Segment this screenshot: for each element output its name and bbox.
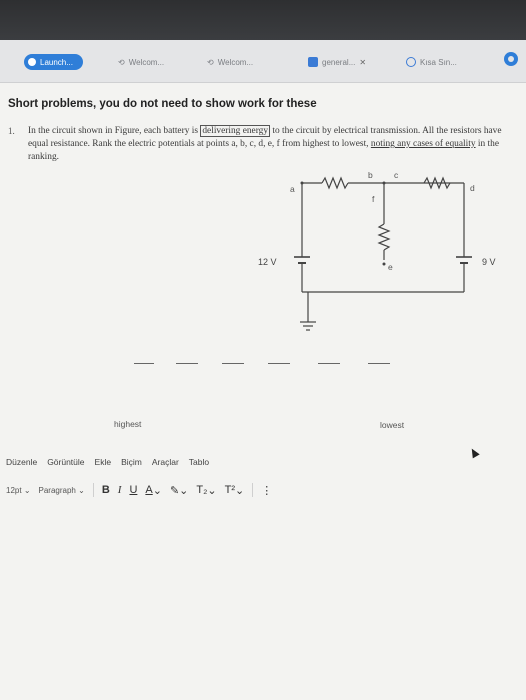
tab-label: Launch... xyxy=(40,57,73,67)
ranking-blank[interactable] xyxy=(368,363,390,365)
launch-icon xyxy=(28,58,36,66)
toolbar-divider xyxy=(252,483,254,497)
question-text: In the circuit shown in Figure, each bat… xyxy=(28,125,502,162)
question-number: 1. xyxy=(8,126,15,136)
ranking-blank[interactable] xyxy=(222,363,244,365)
tab-bar: Launch... ⟲ Welcom... ⟲ Welcom... genera… xyxy=(0,40,526,83)
refresh-icon: ⟲ xyxy=(118,57,125,67)
point-e-label: e xyxy=(388,262,393,272)
chevron-down-icon: ⌄ xyxy=(23,485,31,495)
menu-tools[interactable]: Araçlar xyxy=(152,457,179,467)
refresh-icon: ⟲ xyxy=(207,57,214,67)
profile-icon[interactable] xyxy=(504,52,518,66)
chevron-down-icon: ⌄ xyxy=(78,485,85,495)
battery-left-label: 12 V xyxy=(258,257,277,267)
section-heading: Short problems, you do not need to show … xyxy=(8,98,317,110)
chevron-down-icon: ⌄ xyxy=(235,484,245,497)
toolbar-divider xyxy=(92,483,94,497)
circuit-diagram: a b c d e f 12 V 9 V xyxy=(258,170,496,331)
highlighter-icon: ✎ xyxy=(169,484,180,497)
chevron-down-icon: ⌄ xyxy=(152,484,162,497)
menu-insert[interactable]: Ekle xyxy=(95,457,112,467)
ranking-blank[interactable] xyxy=(134,363,154,365)
highest-label: highest xyxy=(114,419,142,429)
point-c-label: c xyxy=(394,170,399,180)
bold-button[interactable]: B xyxy=(102,484,110,496)
point-b-label: b xyxy=(368,170,373,180)
close-icon[interactable]: ✕ xyxy=(359,58,366,67)
underlined-phrase: noting any cases of equality xyxy=(370,139,476,149)
tab-kisa-sinav[interactable]: Kısa Sın... xyxy=(406,54,457,70)
ranking-blank[interactable] xyxy=(176,363,198,365)
menu-view[interactable]: Görüntüle xyxy=(47,457,84,467)
more-options-icon[interactable]: ⋮ xyxy=(261,484,272,497)
point-a-label: a xyxy=(290,184,295,194)
editor-menubar: Düzenle Görüntüle Ekle Biçim Araçlar Tab… xyxy=(6,457,209,467)
chat-icon xyxy=(308,57,318,67)
tab-launch[interactable]: Launch... xyxy=(24,54,83,70)
lowest-label: lowest xyxy=(380,420,405,430)
highlight-button[interactable]: ✎ ⌄ xyxy=(170,484,188,497)
tab-label: Welcom... xyxy=(128,57,165,67)
menu-table[interactable]: Tablo xyxy=(189,457,209,467)
ranking-blank[interactable] xyxy=(268,363,290,365)
boxed-phrase: delivering energy xyxy=(200,125,271,137)
superscript-button[interactable]: T² ⌄ xyxy=(225,484,245,497)
font-size-select[interactable]: 12pt ⌄ xyxy=(6,486,31,495)
browser-screen: Launch... ⟲ Welcom... ⟲ Welcom... genera… xyxy=(0,40,526,700)
tab-label: Kısa Sın... xyxy=(420,57,457,67)
point-d-label: d xyxy=(470,183,475,193)
tab-label: general... xyxy=(322,57,356,67)
battery-right-label: 9 V xyxy=(482,257,496,267)
resistor-top-left xyxy=(321,176,349,190)
chevron-down-icon: ⌄ xyxy=(179,484,189,497)
chevron-down-icon: ⌄ xyxy=(207,484,217,497)
menu-edit[interactable]: Düzenle xyxy=(6,457,37,467)
menu-format[interactable]: Biçim xyxy=(121,457,142,467)
font-color-button[interactable]: A ⌄ xyxy=(145,484,162,497)
tab-welcome-1[interactable]: ⟲ Welcom... xyxy=(118,54,164,70)
tab-welcome-2[interactable]: ⟲ Welcom... xyxy=(207,54,253,70)
subscript-button[interactable]: T₂ ⌄ xyxy=(196,484,216,497)
ranking-blank[interactable] xyxy=(318,363,340,365)
monitor-bezel xyxy=(0,0,526,40)
resistor-middle xyxy=(377,223,391,251)
tab-general[interactable]: general... ✕ xyxy=(308,54,366,70)
tab-label: Welcom... xyxy=(217,57,254,67)
point-f-label: f xyxy=(372,194,375,204)
underline-button[interactable]: U xyxy=(129,484,137,496)
quiz-icon xyxy=(406,57,416,67)
paragraph-select[interactable]: Paragraph ⌄ xyxy=(39,486,85,495)
italic-button[interactable]: I xyxy=(118,484,122,496)
editor-toolbar: 12pt ⌄ Paragraph ⌄ B I U A ⌄ ✎ ⌄ T₂ ⌄ T² ⌄ ⋮ xyxy=(6,483,272,497)
